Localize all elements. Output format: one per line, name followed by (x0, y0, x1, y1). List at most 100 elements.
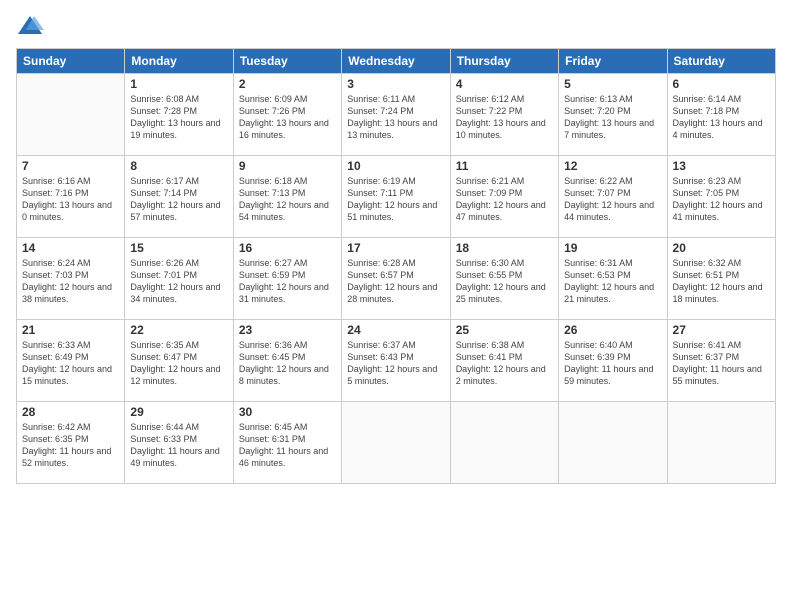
calendar-cell: 4 Sunrise: 6:12 AMSunset: 7:22 PMDaylight… (450, 74, 558, 156)
calendar-cell: 25 Sunrise: 6:38 AMSunset: 6:41 PMDayligh… (450, 320, 558, 402)
calendar-cell: 9Sunrise: 6:18 AMSunset: 7:13 PMDaylight… (233, 156, 341, 238)
calendar-cell: 14Sunrise: 6:24 AMSunset: 7:03 PMDayligh… (17, 238, 125, 320)
day-number: 13 (673, 159, 770, 173)
day-info: Sunrise: 6:14 AMSunset: 7:18 PMDaylight:… (673, 93, 770, 142)
day-number: 24 (347, 323, 444, 337)
calendar-cell: 6 Sunrise: 6:14 AMSunset: 7:18 PMDaylight… (667, 74, 775, 156)
calendar-cell: 29 Sunrise: 6:44 AMSunset: 6:33 PMDayligh… (125, 402, 233, 484)
day-info: Sunrise: 6:31 AMSunset: 6:53 PMDaylight:… (564, 257, 661, 306)
day-info: Sunrise: 6:44 AMSunset: 6:33 PMDaylight:… (130, 421, 227, 470)
day-info: Sunrise: 6:23 AMSunset: 7:05 PMDaylight:… (673, 175, 770, 224)
day-header-wednesday: Wednesday (342, 49, 450, 74)
day-info: Sunrise: 6:35 AMSunset: 6:47 PMDaylight:… (130, 339, 227, 388)
day-number: 2 (239, 77, 336, 91)
calendar-cell (450, 402, 558, 484)
calendar-cell (342, 402, 450, 484)
day-info: Sunrise: 6:24 AMSunset: 7:03 PMDaylight:… (22, 257, 119, 306)
day-number: 30 (239, 405, 336, 419)
calendar-cell (17, 74, 125, 156)
day-info: Sunrise: 6:33 AMSunset: 6:49 PMDaylight:… (22, 339, 119, 388)
day-info: Sunrise: 6:40 AMSunset: 6:39 PMDaylight:… (564, 339, 661, 388)
calendar-cell: 10Sunrise: 6:19 AMSunset: 7:11 PMDayligh… (342, 156, 450, 238)
day-info: Sunrise: 6:17 AMSunset: 7:14 PMDaylight:… (130, 175, 227, 224)
day-number: 10 (347, 159, 444, 173)
day-header-sunday: Sunday (17, 49, 125, 74)
day-number: 25 (456, 323, 553, 337)
day-info: Sunrise: 6:16 AMSunset: 7:16 PMDaylight:… (22, 175, 119, 224)
calendar-cell: 26Sunrise: 6:40 AMSunset: 6:39 PMDayligh… (559, 320, 667, 402)
day-number: 23 (239, 323, 336, 337)
calendar-week-row: 1 Sunrise: 6:08 AMSunset: 7:28 PMDaylight… (17, 74, 776, 156)
day-number: 6 (673, 77, 770, 91)
calendar-week-row: 14Sunrise: 6:24 AMSunset: 7:03 PMDayligh… (17, 238, 776, 320)
day-number: 16 (239, 241, 336, 255)
header (16, 12, 776, 40)
day-info: Sunrise: 6:11 AMSunset: 7:24 PMDaylight:… (347, 93, 444, 142)
calendar-cell: 17 Sunrise: 6:28 AMSunset: 6:57 PMDayligh… (342, 238, 450, 320)
day-number: 17 (347, 241, 444, 255)
calendar-cell: 19 Sunrise: 6:31 AMSunset: 6:53 PMDayligh… (559, 238, 667, 320)
day-header-saturday: Saturday (667, 49, 775, 74)
day-number: 22 (130, 323, 227, 337)
calendar-cell: 27 Sunrise: 6:41 AMSunset: 6:37 PMDayligh… (667, 320, 775, 402)
calendar-cell: 24Sunrise: 6:37 AMSunset: 6:43 PMDayligh… (342, 320, 450, 402)
calendar-cell: 15 Sunrise: 6:26 AMSunset: 7:01 PMDayligh… (125, 238, 233, 320)
day-header-thursday: Thursday (450, 49, 558, 74)
day-info: Sunrise: 6:26 AMSunset: 7:01 PMDaylight:… (130, 257, 227, 306)
calendar-week-row: 21 Sunrise: 6:33 AMSunset: 6:49 PMDayligh… (17, 320, 776, 402)
day-info: Sunrise: 6:28 AMSunset: 6:57 PMDaylight:… (347, 257, 444, 306)
day-info: Sunrise: 6:32 AMSunset: 6:51 PMDaylight:… (673, 257, 770, 306)
calendar-cell: 12 Sunrise: 6:22 AMSunset: 7:07 PMDayligh… (559, 156, 667, 238)
day-info: Sunrise: 6:09 AMSunset: 7:26 PMDaylight:… (239, 93, 336, 142)
calendar-cell (559, 402, 667, 484)
day-number: 5 (564, 77, 661, 91)
calendar-cell: 21 Sunrise: 6:33 AMSunset: 6:49 PMDayligh… (17, 320, 125, 402)
day-number: 19 (564, 241, 661, 255)
calendar-cell: 8 Sunrise: 6:17 AMSunset: 7:14 PMDaylight… (125, 156, 233, 238)
calendar-cell: 28 Sunrise: 6:42 AMSunset: 6:35 PMDayligh… (17, 402, 125, 484)
calendar-cell: 20 Sunrise: 6:32 AMSunset: 6:51 PMDayligh… (667, 238, 775, 320)
calendar-cell: 1 Sunrise: 6:08 AMSunset: 7:28 PMDaylight… (125, 74, 233, 156)
day-number: 4 (456, 77, 553, 91)
day-info: Sunrise: 6:08 AMSunset: 7:28 PMDaylight:… (130, 93, 227, 142)
calendar-cell: 2 Sunrise: 6:09 AMSunset: 7:26 PMDaylight… (233, 74, 341, 156)
day-info: Sunrise: 6:21 AMSunset: 7:09 PMDaylight:… (456, 175, 553, 224)
day-number: 3 (347, 77, 444, 91)
day-number: 15 (130, 241, 227, 255)
calendar-cell (667, 402, 775, 484)
logo (16, 12, 48, 40)
day-info: Sunrise: 6:13 AMSunset: 7:20 PMDaylight:… (564, 93, 661, 142)
day-info: Sunrise: 6:22 AMSunset: 7:07 PMDaylight:… (564, 175, 661, 224)
day-header-friday: Friday (559, 49, 667, 74)
calendar-cell: 16 Sunrise: 6:27 AMSunset: 6:59 PMDayligh… (233, 238, 341, 320)
calendar-cell: 30 Sunrise: 6:45 AMSunset: 6:31 PMDayligh… (233, 402, 341, 484)
day-info: Sunrise: 6:38 AMSunset: 6:41 PMDaylight:… (456, 339, 553, 388)
calendar-week-row: 7 Sunrise: 6:16 AMSunset: 7:16 PMDaylight… (17, 156, 776, 238)
day-info: Sunrise: 6:27 AMSunset: 6:59 PMDaylight:… (239, 257, 336, 306)
day-info: Sunrise: 6:42 AMSunset: 6:35 PMDaylight:… (22, 421, 119, 470)
day-number: 8 (130, 159, 227, 173)
calendar-cell: 23 Sunrise: 6:36 AMSunset: 6:45 PMDayligh… (233, 320, 341, 402)
day-info: Sunrise: 6:12 AMSunset: 7:22 PMDaylight:… (456, 93, 553, 142)
day-number: 20 (673, 241, 770, 255)
day-number: 12 (564, 159, 661, 173)
calendar-week-row: 28 Sunrise: 6:42 AMSunset: 6:35 PMDayligh… (17, 402, 776, 484)
calendar-cell: 5 Sunrise: 6:13 AMSunset: 7:20 PMDaylight… (559, 74, 667, 156)
day-info: Sunrise: 6:41 AMSunset: 6:37 PMDaylight:… (673, 339, 770, 388)
calendar-header-row: SundayMondayTuesdayWednesdayThursdayFrid… (17, 49, 776, 74)
day-info: Sunrise: 6:36 AMSunset: 6:45 PMDaylight:… (239, 339, 336, 388)
calendar-cell: 18 Sunrise: 6:30 AMSunset: 6:55 PMDayligh… (450, 238, 558, 320)
day-number: 1 (130, 77, 227, 91)
day-number: 29 (130, 405, 227, 419)
day-info: Sunrise: 6:30 AMSunset: 6:55 PMDaylight:… (456, 257, 553, 306)
day-header-tuesday: Tuesday (233, 49, 341, 74)
calendar-table: SundayMondayTuesdayWednesdayThursdayFrid… (16, 48, 776, 484)
day-number: 18 (456, 241, 553, 255)
day-number: 7 (22, 159, 119, 173)
day-number: 21 (22, 323, 119, 337)
logo-icon (16, 12, 44, 40)
day-info: Sunrise: 6:18 AMSunset: 7:13 PMDaylight:… (239, 175, 336, 224)
day-info: Sunrise: 6:45 AMSunset: 6:31 PMDaylight:… (239, 421, 336, 470)
day-number: 27 (673, 323, 770, 337)
day-number: 28 (22, 405, 119, 419)
